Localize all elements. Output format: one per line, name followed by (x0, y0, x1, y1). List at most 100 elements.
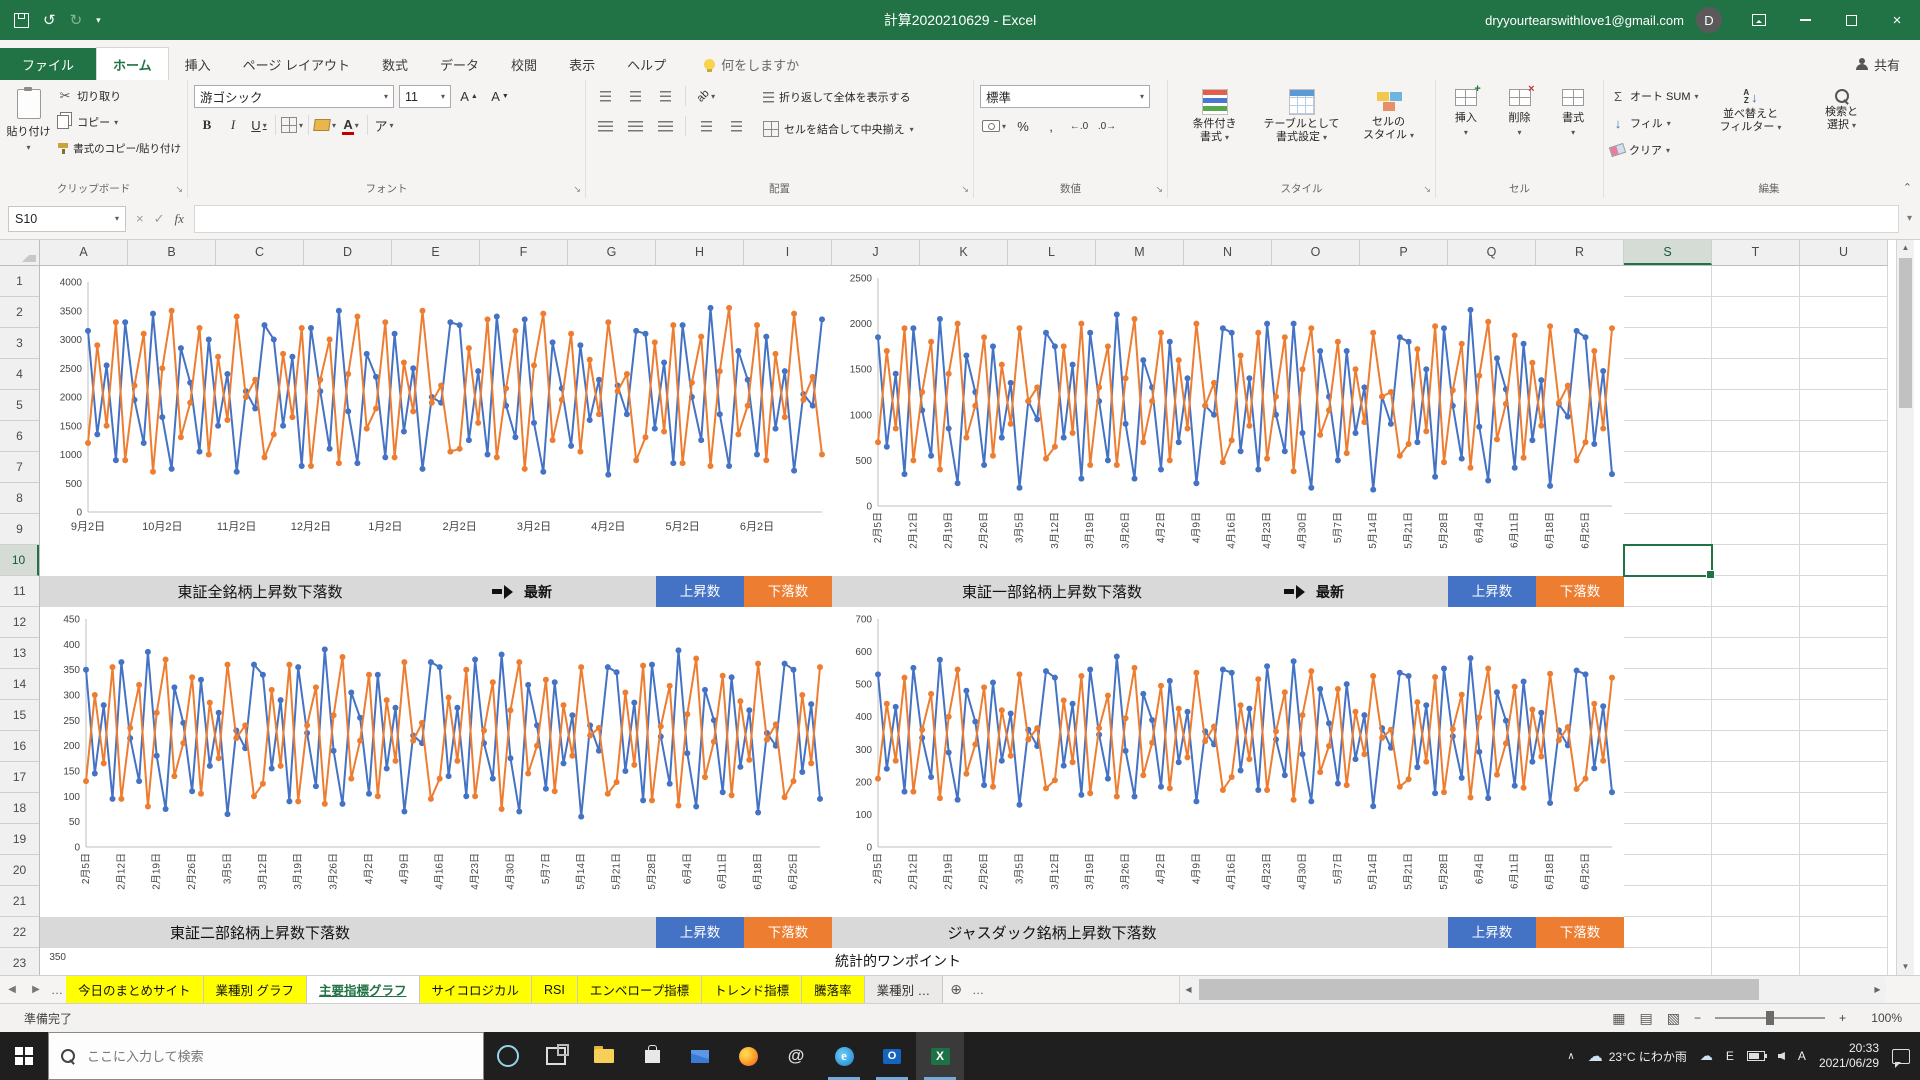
font-color-button[interactable]: A▾ (338, 114, 364, 136)
column-header-M[interactable]: M (1096, 240, 1184, 265)
page-break-view-button[interactable]: ▧ (1667, 1010, 1680, 1027)
sort-filter-button[interactable]: AZ↓ 並べ替えとフィルター ▾ (1705, 85, 1797, 180)
scroll-down-arrow[interactable]: ▼ (1897, 959, 1914, 975)
row-header-6[interactable]: 6 (0, 421, 39, 452)
column-header-T[interactable]: T (1712, 240, 1800, 265)
sheet-tab-7[interactable]: トレンド指標 (702, 976, 802, 1003)
sheet-tab-1[interactable]: 今日のまとめサイト (66, 976, 204, 1003)
merge-center-button[interactable]: セルを結合して中央揃え▾ (763, 117, 914, 141)
column-header-K[interactable]: K (920, 240, 1008, 265)
sheet-tab-8[interactable]: 騰落率 (802, 976, 865, 1003)
tab-view[interactable]: 表示 (553, 48, 611, 80)
taskbar-app-firefox[interactable] (724, 1032, 772, 1080)
vertical-scrollbar[interactable]: ▲ ▼ (1896, 240, 1914, 975)
autosum-button[interactable]: Σオート SUM▾ (1610, 85, 1699, 107)
row-header-1[interactable]: 1 (0, 266, 39, 297)
comma-format-button[interactable]: , (1038, 115, 1064, 137)
chart-tosho-first[interactable]: 050010001500200025002月5日2月12日2月19日2月26日3… (832, 266, 1624, 576)
styles-dialog-launcher[interactable]: ↘ (1423, 184, 1431, 195)
tray-app-e-icon[interactable]: E (1726, 1049, 1734, 1063)
sheet-tab-4[interactable]: サイコロジカル (420, 976, 533, 1003)
align-middle-button[interactable] (622, 85, 648, 107)
row-header-12[interactable]: 12 (0, 607, 39, 638)
sheet-tab-2[interactable]: 業種別 グラフ (204, 976, 307, 1003)
weather-widget[interactable]: ☁23°C にわか雨 (1588, 1047, 1687, 1065)
hidden-icons-chevron[interactable]: ∧ (1567, 1051, 1574, 1062)
column-header-Q[interactable]: Q (1448, 240, 1536, 265)
name-box[interactable]: S10▾ (8, 206, 126, 232)
tab-data[interactable]: データ (424, 48, 495, 80)
row-header-5[interactable]: 5 (0, 390, 39, 421)
paste-dropdown[interactable]: ▾ (27, 143, 31, 152)
select-all-corner[interactable] (0, 240, 40, 266)
font-dialog-launcher[interactable]: ↘ (573, 184, 581, 195)
taskbar-app-at[interactable]: @ (772, 1032, 820, 1080)
percent-format-button[interactable]: % (1010, 115, 1036, 137)
phonetic-guide-button[interactable]: ア▾ (371, 114, 397, 136)
find-select-button[interactable]: 検索と選択 ▾ (1803, 85, 1881, 180)
copy-button[interactable]: コピー▾ (57, 111, 181, 133)
align-bottom-button[interactable] (652, 85, 678, 107)
row-header-4[interactable]: 4 (0, 359, 39, 390)
sheet-tab-3[interactable]: 主要指標グラフ (307, 976, 420, 1003)
close-button[interactable]: × (1874, 0, 1920, 40)
alignment-dialog-launcher[interactable]: ↘ (961, 184, 969, 195)
column-header-P[interactable]: P (1360, 240, 1448, 265)
column-header-E[interactable]: E (392, 240, 480, 265)
horizontal-scrollbar[interactable]: ◀ ▶ (1179, 976, 1886, 1003)
insert-cells-button[interactable]: + 挿入▾ (1442, 85, 1490, 180)
row-header-20[interactable]: 20 (0, 855, 39, 886)
sheet-tabs-overflow-right[interactable]: … (969, 976, 987, 1003)
restore-button[interactable] (1828, 0, 1874, 40)
paste-button[interactable]: 貼り付け ▾ (6, 85, 51, 180)
copy-dropdown[interactable]: ▾ (114, 118, 118, 127)
ime-indicator[interactable]: A (1798, 1049, 1806, 1063)
column-header-F[interactable]: F (480, 240, 568, 265)
row-header-8[interactable]: 8 (0, 483, 39, 514)
column-header-N[interactable]: N (1184, 240, 1272, 265)
tell-me-box[interactable]: 何をしますか (704, 48, 799, 80)
scroll-right-arrow[interactable]: ▶ (1869, 985, 1886, 994)
zoom-in-button[interactable]: + (1839, 1011, 1846, 1025)
row-header-9[interactable]: 9 (0, 514, 39, 545)
cancel-entry-icon[interactable]: × (136, 211, 144, 226)
battery-icon[interactable] (1747, 1051, 1765, 1061)
search-input[interactable] (85, 1048, 471, 1065)
collapse-ribbon-button[interactable]: ⌃ (1903, 181, 1912, 194)
column-header-B[interactable]: B (128, 240, 216, 265)
zoom-slider[interactable] (1715, 1017, 1825, 1019)
tab-page-layout[interactable]: ページ レイアウト (227, 48, 366, 80)
insert-function-button[interactable]: fx (175, 211, 184, 227)
font-size-combo[interactable]: 11▾ (399, 85, 451, 108)
vertical-scroll-thumb[interactable] (1899, 258, 1912, 408)
taskbar-app-store[interactable] (628, 1032, 676, 1080)
decrease-font-button[interactable]: A▼ (487, 86, 513, 108)
start-button[interactable] (0, 1032, 48, 1080)
clipboard-dialog-launcher[interactable]: ↘ (175, 184, 183, 195)
increase-indent-button[interactable] (723, 115, 749, 137)
taskbar-app-cortana[interactable] (484, 1032, 532, 1080)
column-header-I[interactable]: I (744, 240, 832, 265)
currency-format-button[interactable]: ▾ (980, 115, 1008, 137)
sheet-nav-prev[interactable]: ◀ (0, 976, 24, 1003)
chart-tosho-all[interactable]: 050010001500200025003000350040009月2日10月2… (40, 266, 832, 576)
column-header-G[interactable]: G (568, 240, 656, 265)
orientation-button[interactable]: ab▾ (693, 85, 719, 107)
tab-home[interactable]: ホーム (96, 47, 169, 80)
action-center-icon[interactable] (1892, 1049, 1910, 1064)
tab-help[interactable]: ヘルプ (611, 48, 682, 80)
column-header-J[interactable]: J (832, 240, 920, 265)
zoom-out-button[interactable]: − (1694, 1011, 1701, 1025)
row-header-3[interactable]: 3 (0, 328, 39, 359)
fill-color-button[interactable]: ▾ (312, 114, 338, 136)
align-center-button[interactable] (622, 115, 648, 137)
align-top-button[interactable] (592, 85, 618, 107)
column-header-O[interactable]: O (1272, 240, 1360, 265)
wrap-text-button[interactable]: 折り返して全体を表示する (763, 85, 914, 109)
format-as-table-button[interactable]: テーブルとして書式設定 ▾ (1261, 85, 1342, 180)
delete-cells-button[interactable]: × 削除▾ (1496, 85, 1544, 180)
conditional-formatting-button[interactable]: 条件付き書式 ▾ (1174, 85, 1255, 180)
row-header-22[interactable]: 22 (0, 917, 39, 948)
tab-formulas[interactable]: 数式 (366, 48, 424, 80)
page-layout-view-button[interactable]: ▤ (1640, 1010, 1653, 1027)
